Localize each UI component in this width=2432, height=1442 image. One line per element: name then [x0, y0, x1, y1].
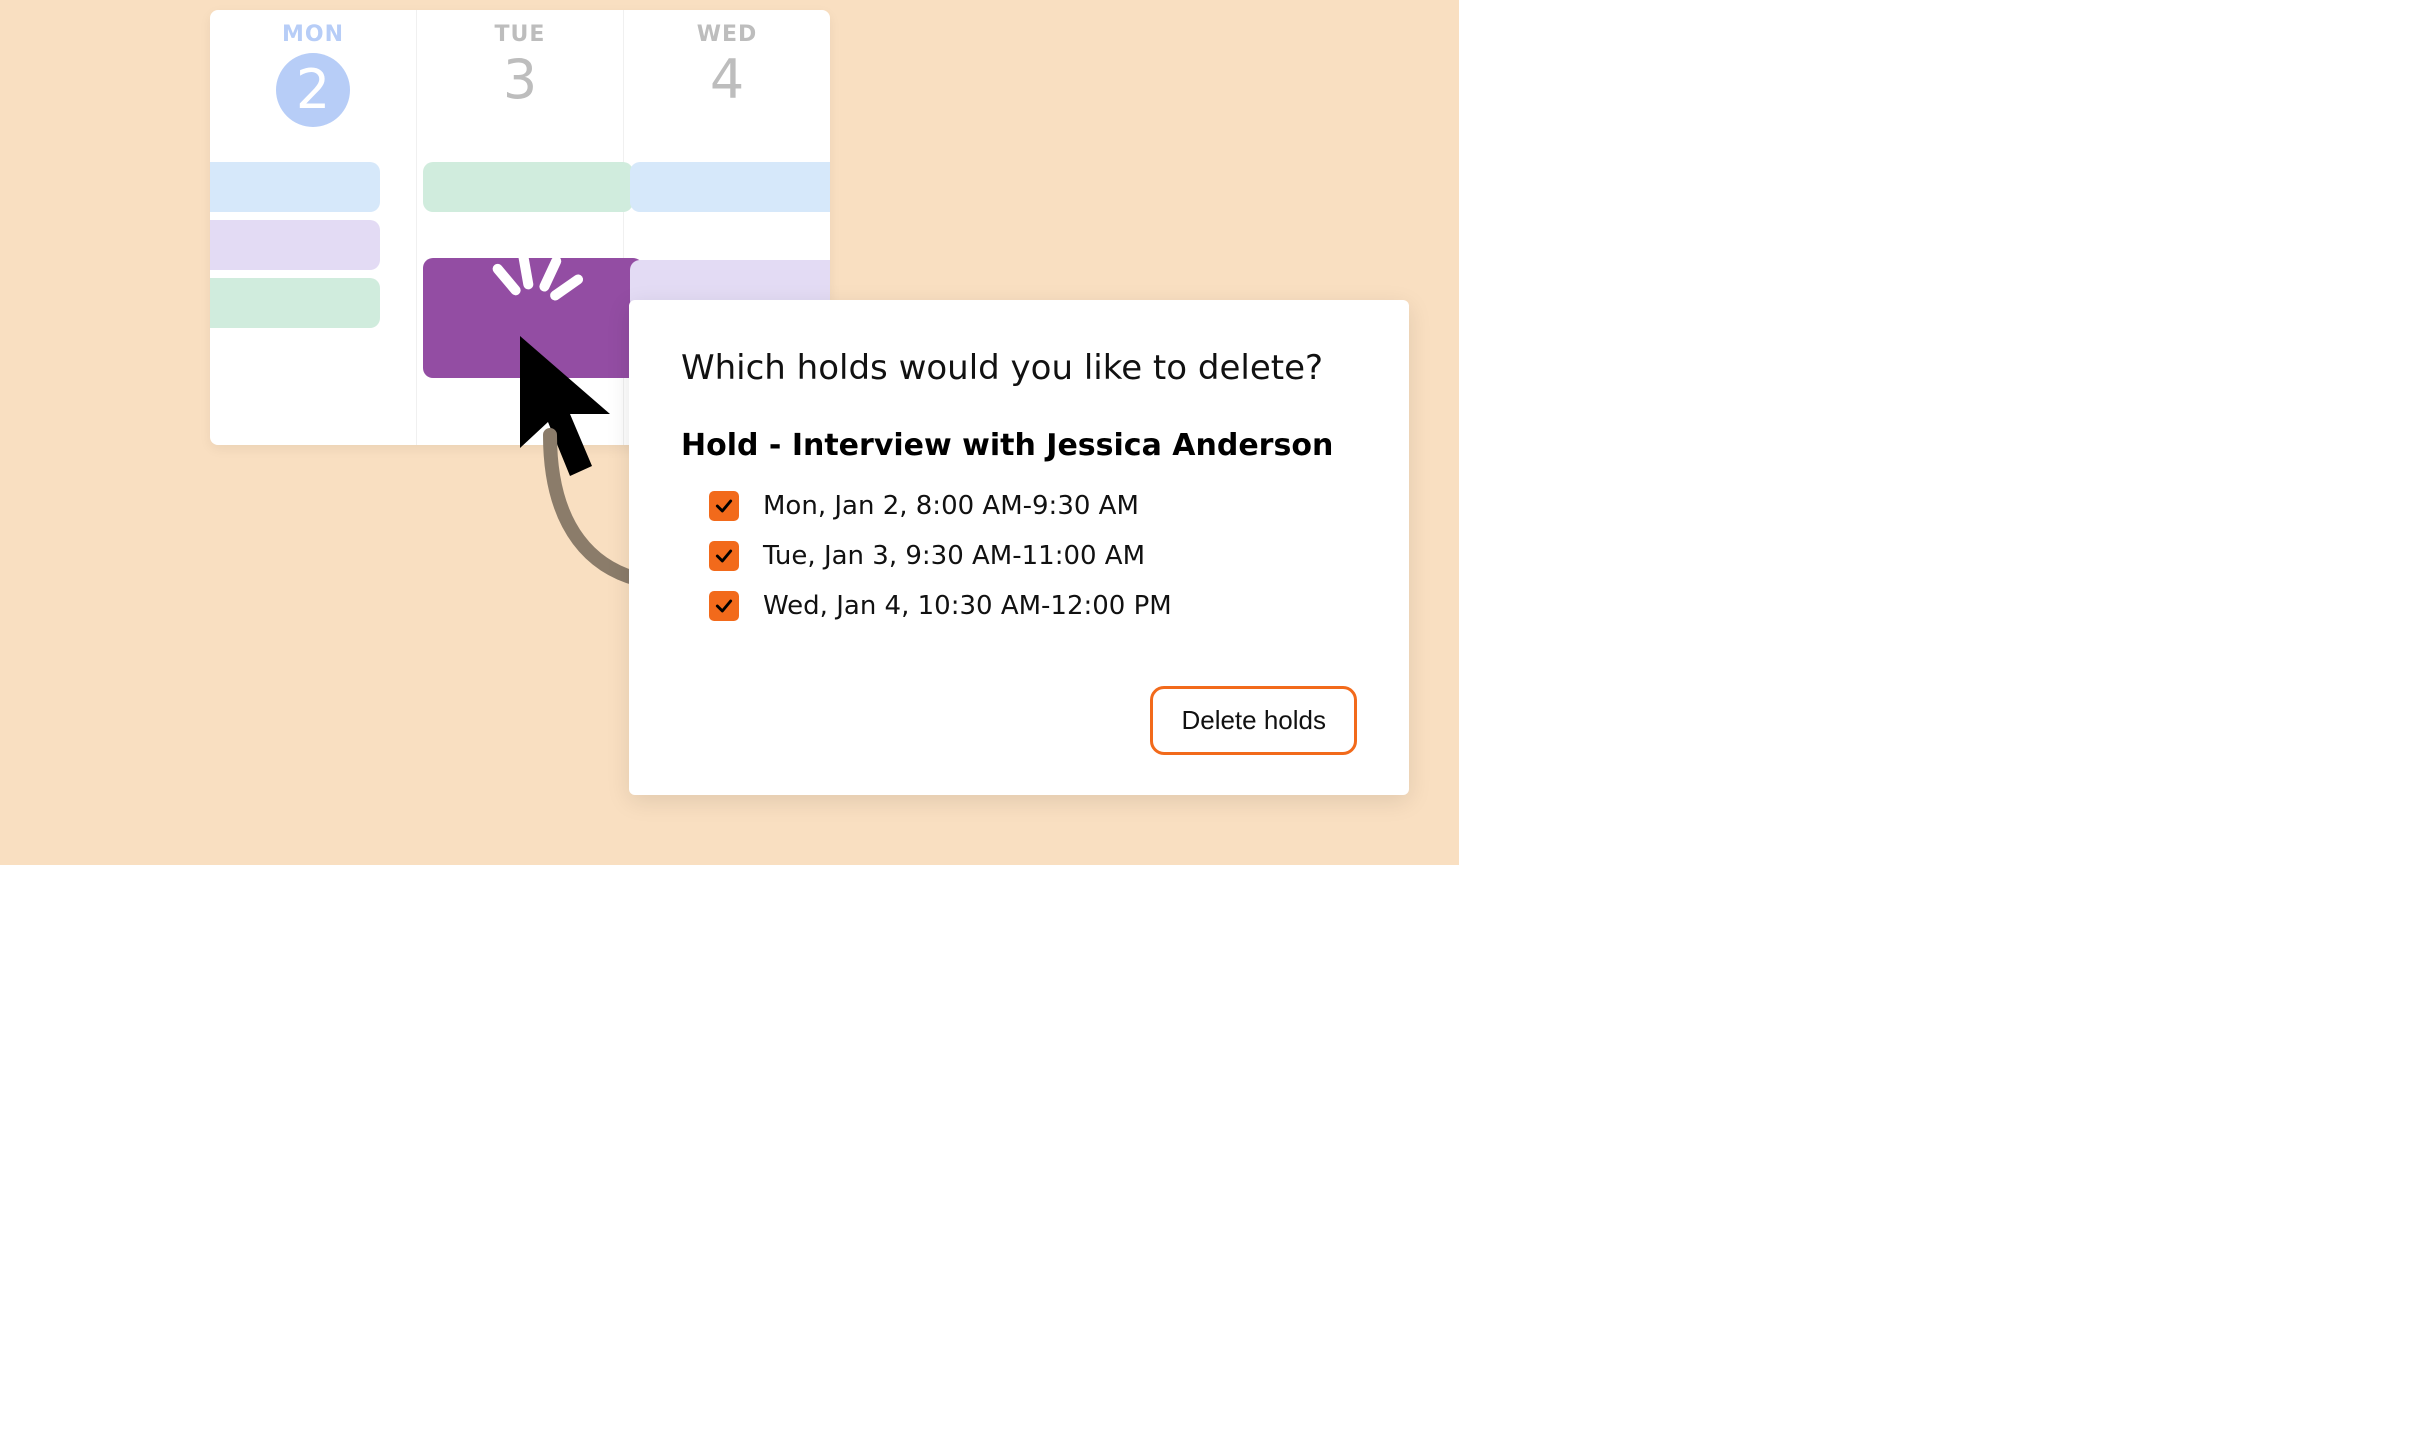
hold-checkbox[interactable] [709, 491, 739, 521]
stage: MON 2 TUE 3 WED 4 [0, 0, 1459, 865]
dialog-footer: Delete holds [681, 686, 1357, 755]
calendar-today-circle: 2 [276, 53, 350, 127]
check-icon [714, 546, 734, 566]
calendar-day-number: 4 [710, 53, 744, 107]
hold-checkbox[interactable] [709, 591, 739, 621]
hold-row: Wed, Jan 4, 10:30 AM-12:00 PM [709, 591, 1357, 621]
check-icon [714, 596, 734, 616]
calendar-column-tue [417, 140, 624, 445]
hold-label: Mon, Jan 2, 8:00 AM-9:30 AM [763, 491, 1139, 521]
calendar-day-header-tue[interactable]: TUE 3 [417, 10, 624, 140]
calendar-day-number: 2 [296, 63, 330, 117]
hold-checkbox[interactable] [709, 541, 739, 571]
calendar-column-mon [210, 140, 417, 445]
calendar-day-header-mon[interactable]: MON 2 [210, 10, 417, 140]
hold-list: Mon, Jan 2, 8:00 AM-9:30 AM Tue, Jan 3, … [681, 491, 1357, 621]
check-icon [714, 496, 734, 516]
delete-holds-dialog: Which holds would you like to delete? Ho… [629, 300, 1409, 795]
dialog-title: Which holds would you like to delete? [681, 348, 1357, 388]
calendar-event[interactable] [630, 162, 830, 212]
hold-row: Tue, Jan 3, 9:30 AM-11:00 AM [709, 541, 1357, 571]
calendar-header: MON 2 TUE 3 WED 4 [210, 10, 830, 140]
calendar-event-selected[interactable] [423, 258, 643, 378]
hold-label: Wed, Jan 4, 10:30 AM-12:00 PM [763, 591, 1172, 621]
delete-holds-button[interactable]: Delete holds [1150, 686, 1357, 755]
hold-row: Mon, Jan 2, 8:00 AM-9:30 AM [709, 491, 1357, 521]
calendar-day-number: 3 [503, 53, 537, 107]
hold-label: Tue, Jan 3, 9:30 AM-11:00 AM [763, 541, 1145, 571]
calendar-event[interactable] [210, 220, 380, 270]
calendar-dow: TUE [495, 22, 546, 47]
calendar-day-header-wed[interactable]: WED 4 [624, 10, 830, 140]
calendar-dow: WED [697, 22, 758, 47]
calendar-event[interactable] [210, 278, 380, 328]
calendar-event[interactable] [423, 162, 633, 212]
calendar-dow: MON [282, 22, 344, 47]
calendar-event[interactable] [210, 162, 380, 212]
hold-group-title: Hold - Interview with Jessica Anderson [681, 428, 1357, 463]
